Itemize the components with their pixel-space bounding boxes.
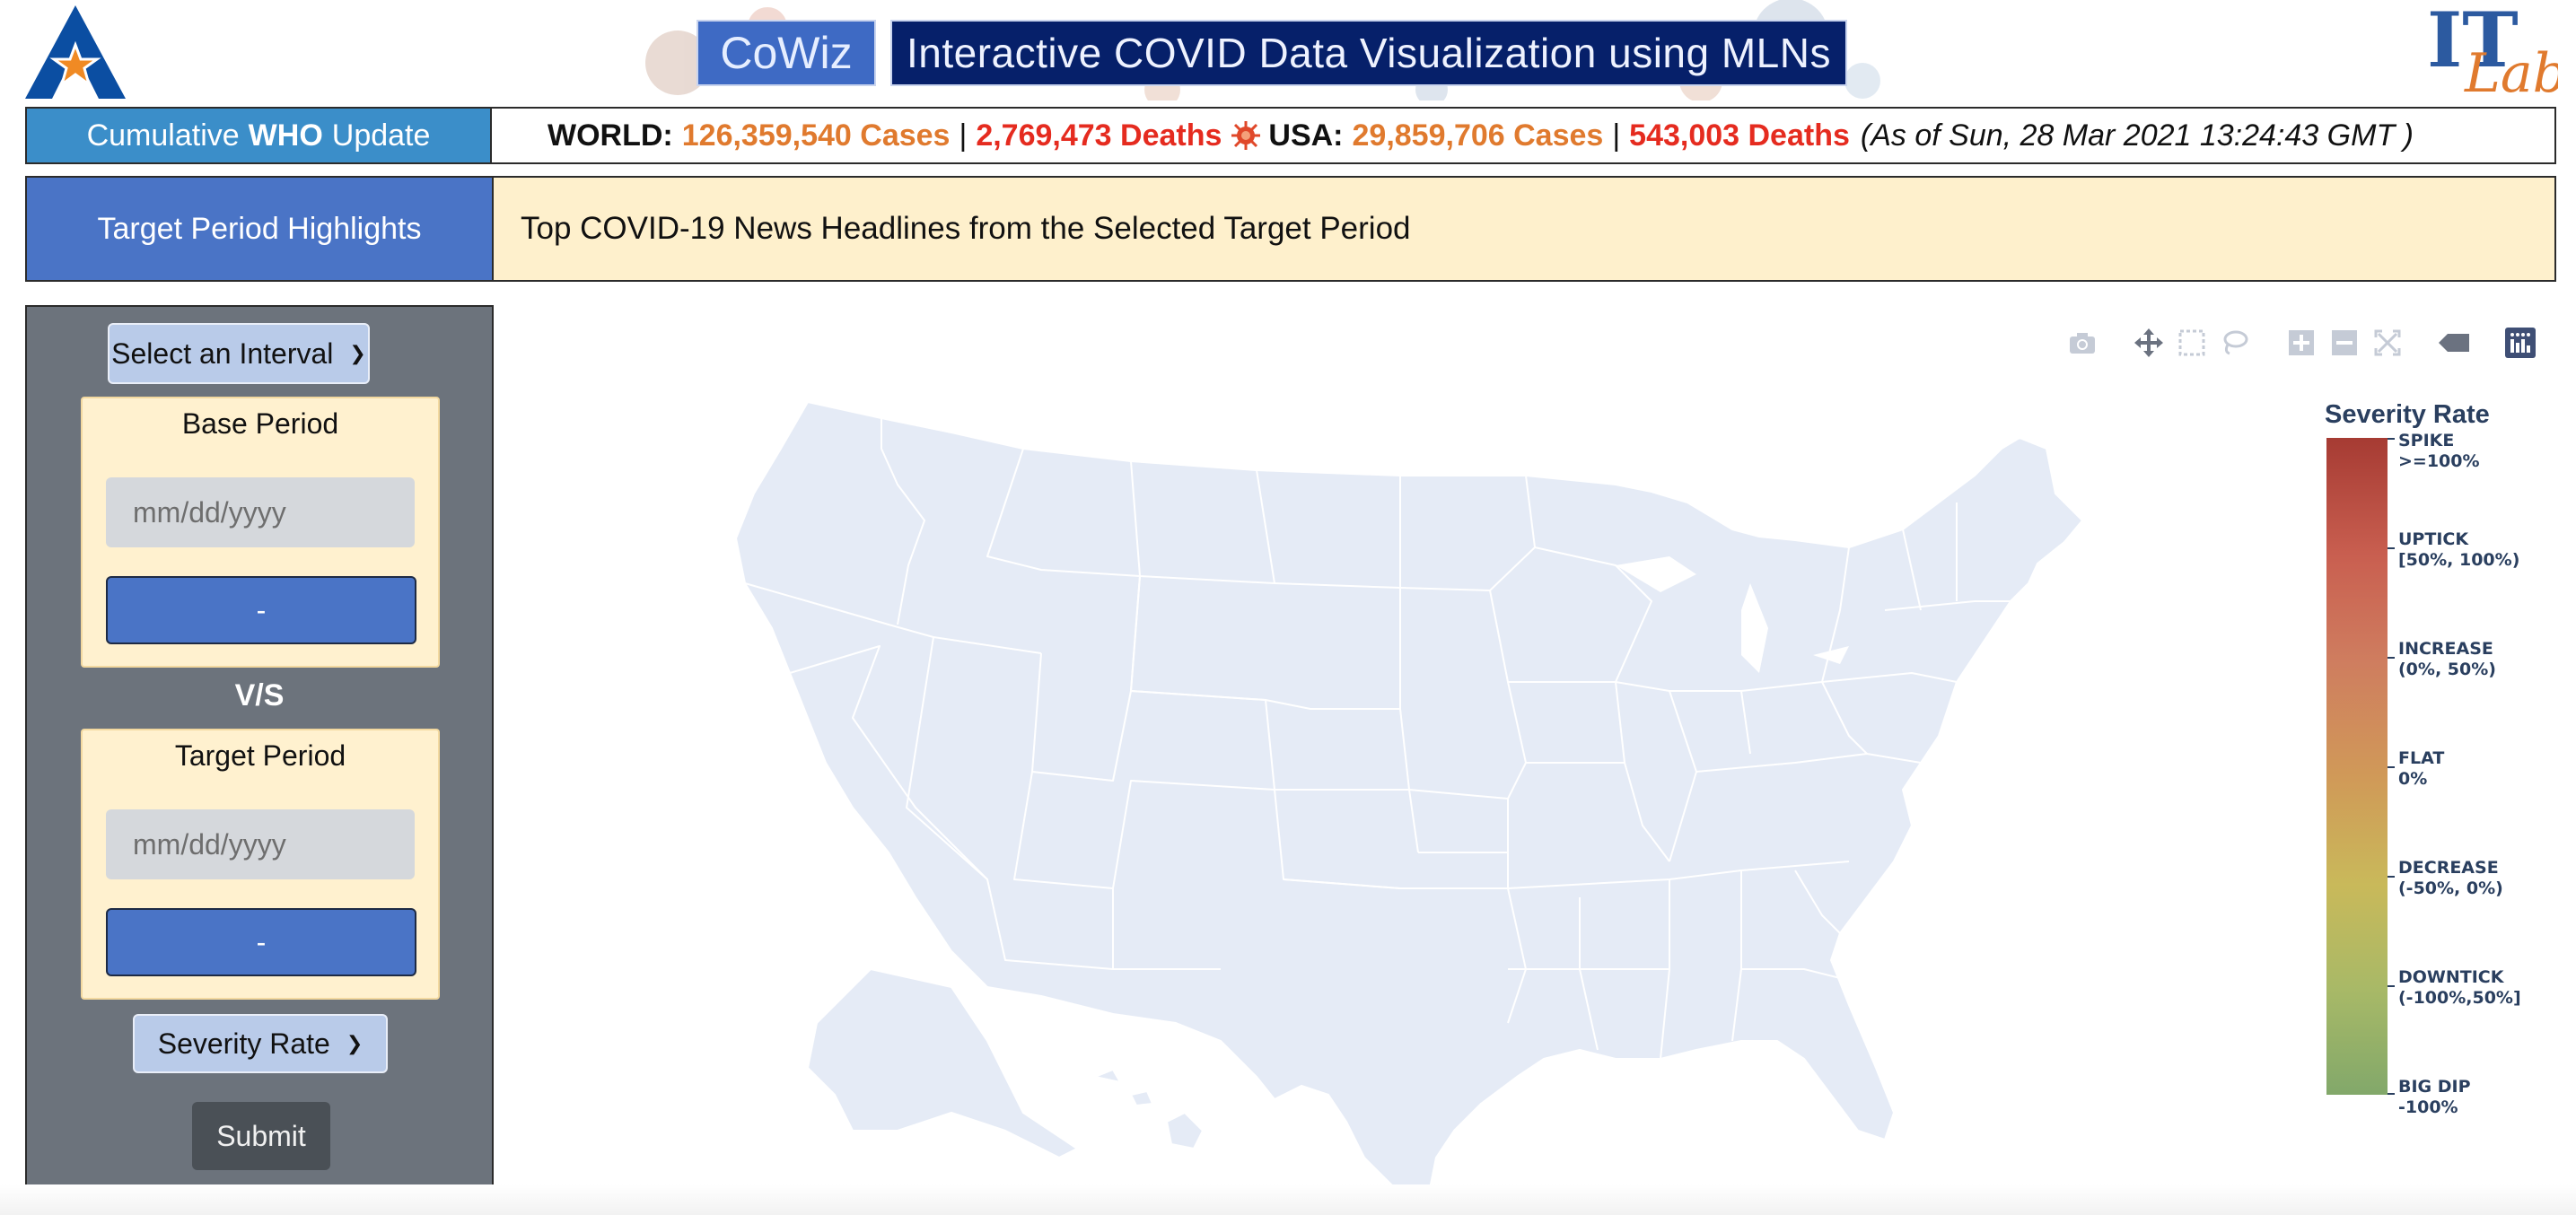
query-panel: Select an Interval ❯ Base Period - V/S T… bbox=[25, 305, 494, 1186]
legend-colorbar bbox=[2326, 438, 2388, 1095]
legend-name: DECREASE bbox=[2398, 858, 2499, 878]
legend-name: DOWNTICK bbox=[2398, 967, 2504, 987]
chevron-down-icon: ❯ bbox=[346, 1032, 364, 1054]
severity-legend: Severity Rate SPIKE >=100% UPTICK [50%, … bbox=[2325, 400, 2558, 1118]
legend-tick bbox=[2388, 657, 2395, 659]
page-bottom-shadow bbox=[0, 1184, 2576, 1215]
metric-select-value: Severity Rate bbox=[157, 1027, 330, 1060]
uta-star-logo[interactable] bbox=[25, 5, 126, 99]
legend-range: 0% bbox=[2398, 769, 2428, 789]
usa-cases: 29,859,706 Cases bbox=[1352, 118, 1604, 153]
world-deaths: 2,769,473 Deaths bbox=[976, 118, 1222, 153]
legend-label-spike: SPIKE >=100% bbox=[2398, 431, 2480, 472]
legend-tick bbox=[2388, 985, 2395, 987]
highlights-label: Target Period Highlights bbox=[25, 176, 494, 282]
base-period-title: Base Period bbox=[181, 407, 339, 440]
map-area bbox=[503, 287, 2576, 1202]
virus-icon bbox=[1231, 121, 1261, 150]
legend-range: >=100% bbox=[2398, 451, 2480, 471]
legend-name: BIG DIP bbox=[2398, 1077, 2471, 1097]
it-lab-logo[interactable]: IT Lab bbox=[2423, 4, 2558, 101]
legend-label-decrease: DECREASE (-50%, 0%) bbox=[2398, 858, 2503, 899]
world-label: WORLD: bbox=[548, 118, 673, 153]
alaska bbox=[807, 968, 1078, 1158]
highlights-row: Target Period Highlights Top COVID-19 Ne… bbox=[25, 176, 2556, 282]
legend-name: SPIKE bbox=[2398, 431, 2455, 450]
who-update-label: Cumulative WHO Update bbox=[25, 107, 492, 164]
legend-label-increase: INCREASE (0%, 50%) bbox=[2398, 639, 2496, 680]
base-period-box: Base Period - bbox=[81, 397, 440, 668]
who-label-prefix: Cumulative bbox=[86, 118, 240, 153]
as-of-timestamp: (As of Sun, 28 Mar 2021 13:24:43 GMT ) bbox=[1860, 118, 2414, 153]
app-title: Interactive COVID Data Visualization usi… bbox=[890, 20, 1847, 86]
legend-range: (-50%, 0%) bbox=[2398, 878, 2503, 898]
legend-label-flat: FLAT 0% bbox=[2398, 748, 2444, 790]
separator: | bbox=[1612, 118, 1621, 153]
legend-name: INCREASE bbox=[2398, 639, 2493, 659]
chevron-down-icon: ❯ bbox=[349, 342, 366, 364]
legend-name: FLAT bbox=[2398, 748, 2445, 768]
world-cases: 126,359,540 Cases bbox=[681, 118, 951, 153]
legend-range: [50%, 100%) bbox=[2398, 550, 2520, 570]
legend-tick bbox=[2388, 438, 2395, 440]
legend-tick bbox=[2388, 766, 2395, 768]
who-label-bold: WHO bbox=[248, 118, 323, 153]
hawaii bbox=[1094, 1069, 1204, 1149]
base-period-button[interactable]: - bbox=[106, 576, 416, 644]
legend-title: Severity Rate bbox=[2325, 400, 2490, 429]
submit-button[interactable]: Submit bbox=[192, 1102, 330, 1170]
legend-range: (0%, 50%) bbox=[2398, 660, 2496, 679]
base-period-date-input[interactable] bbox=[106, 477, 415, 547]
usa-label: USA: bbox=[1268, 118, 1344, 153]
metric-select[interactable]: Severity Rate ❯ bbox=[133, 1014, 388, 1073]
legend-range: (-100%,50%] bbox=[2398, 988, 2521, 1008]
legend-name: UPTICK bbox=[2398, 529, 2469, 549]
separator: | bbox=[959, 118, 968, 153]
legend-label-uptick: UPTICK [50%, 100%) bbox=[2398, 529, 2519, 571]
interval-select[interactable]: Select an Interval ❯ bbox=[108, 323, 370, 384]
who-update-row: Cumulative WHO Update WORLD: 126,359,540… bbox=[25, 107, 2556, 164]
usa-deaths: 543,003 Deaths bbox=[1629, 118, 1850, 153]
target-period-title: Target Period bbox=[174, 739, 346, 772]
target-period-button[interactable]: - bbox=[106, 908, 416, 976]
header: CoWiz Interactive COVID Data Visualizati… bbox=[0, 0, 2576, 101]
legend-label-downtick: DOWNTICK (-100%,50%] bbox=[2398, 967, 2521, 1009]
legend-tick bbox=[2388, 547, 2395, 549]
target-period-box: Target Period - bbox=[81, 729, 440, 1000]
us-states-map[interactable] bbox=[718, 341, 2558, 1202]
interval-select-value: Select an Interval bbox=[111, 337, 334, 370]
legend-label-big-dip: BIG DIP -100% bbox=[2398, 1077, 2471, 1118]
svg-text:Lab: Lab bbox=[2464, 42, 2558, 101]
news-headlines: Top COVID-19 News Headlines from the Sel… bbox=[494, 176, 2556, 282]
legend-range: -100% bbox=[2398, 1097, 2458, 1117]
target-period-date-input[interactable] bbox=[106, 809, 415, 879]
legend-tick bbox=[2388, 876, 2395, 878]
vs-label: V/S bbox=[234, 678, 285, 712]
who-stats: WORLD: 126,359,540 Cases | 2,769,473 Dea… bbox=[492, 107, 2556, 164]
app-name-badge: CoWiz bbox=[697, 20, 876, 86]
legend-tick bbox=[2388, 1093, 2395, 1095]
who-label-suffix: Update bbox=[331, 118, 431, 153]
